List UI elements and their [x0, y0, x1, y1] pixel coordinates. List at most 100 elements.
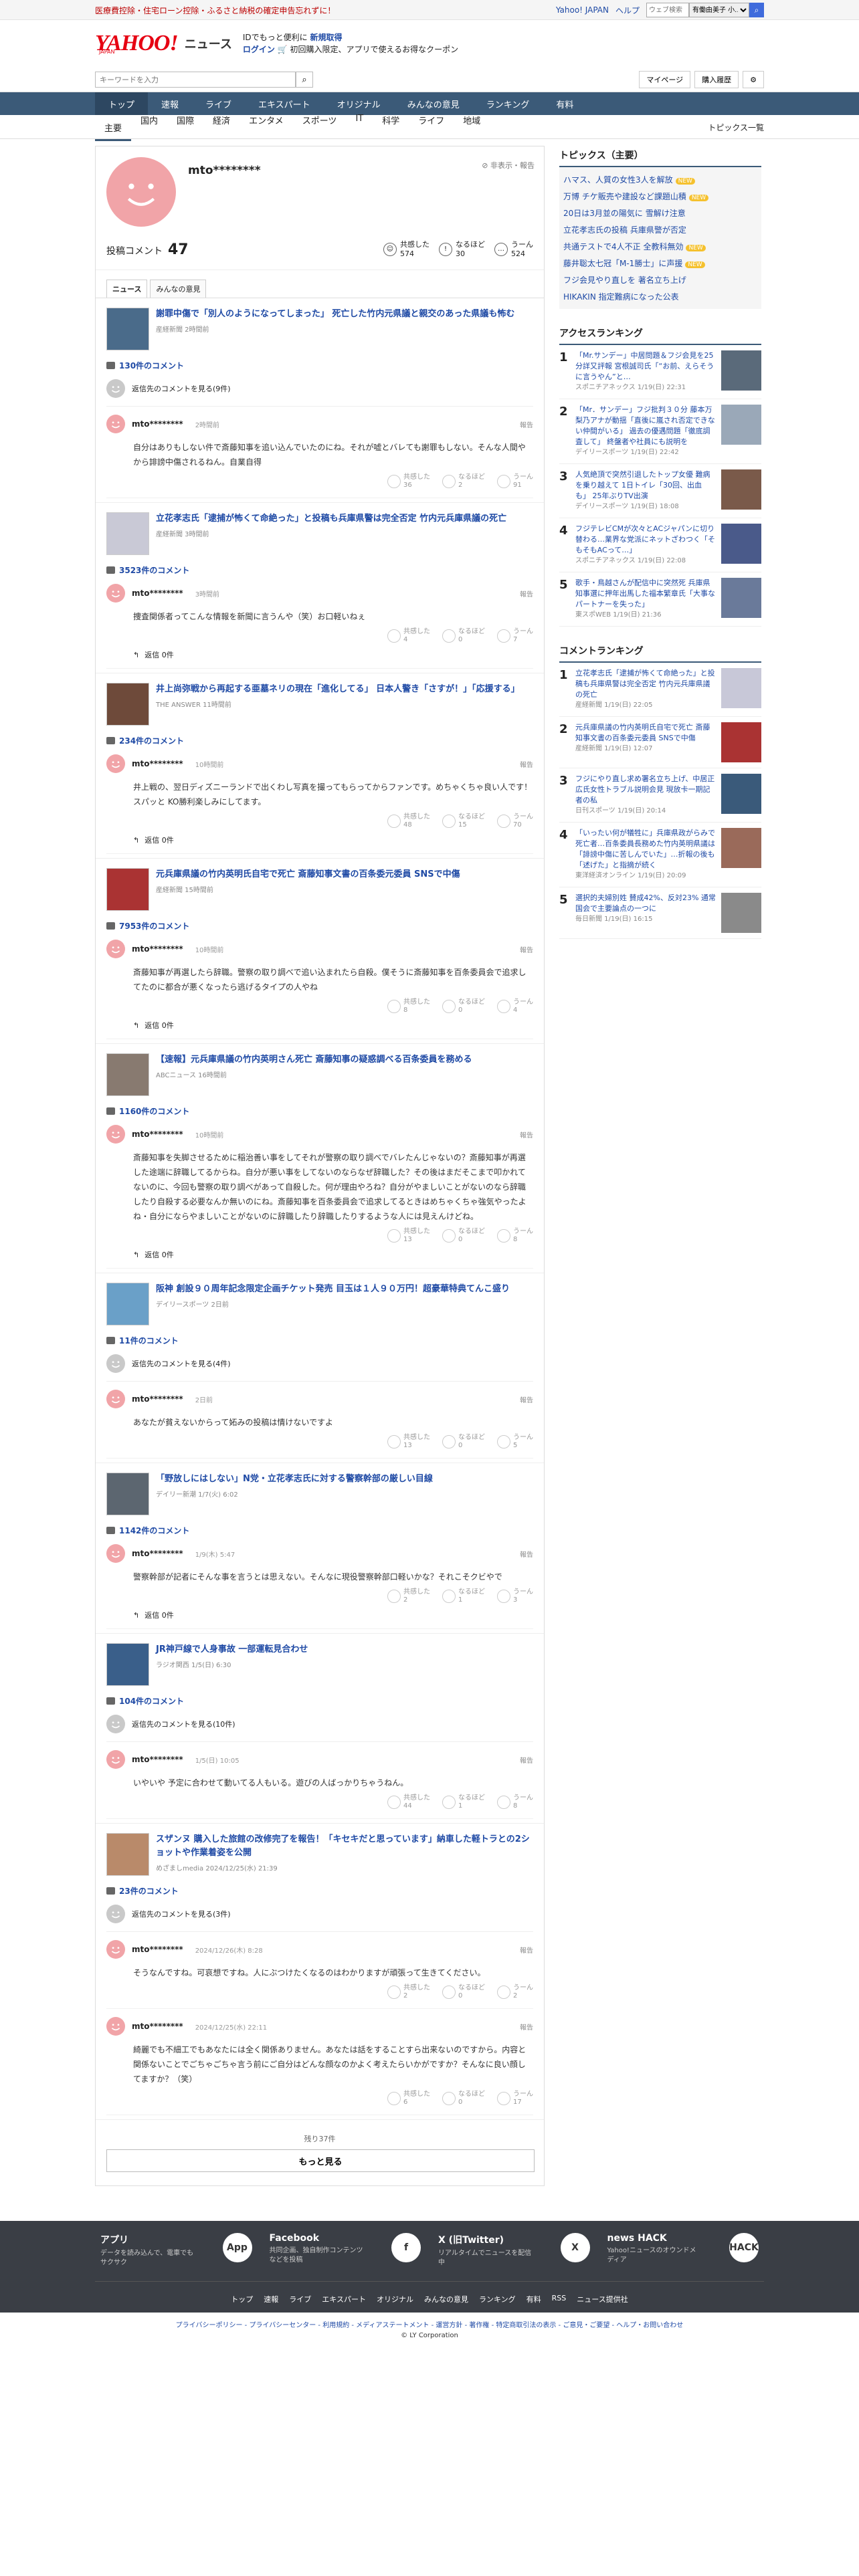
- ranking-thumbnail[interactable]: [721, 405, 761, 445]
- reaction-0[interactable]: 共感した 36: [387, 473, 430, 490]
- comment-count-link[interactable]: 1160件のコメント: [106, 1105, 533, 1117]
- ranking-title[interactable]: 歌手・鳥越さんが配信中に突然死 兵庫県知事選に押年出馬した福本繁章氏「大事なパー…: [575, 578, 715, 609]
- reaction-0[interactable]: 共感した 2: [387, 1984, 430, 2000]
- ranking-item[interactable]: 1 立花孝志氏「逮捕が怖くて命絶った」と投稿も兵庫県警は完全否定 竹内元兵庫県議の…: [559, 663, 761, 717]
- login-link[interactable]: ログイン: [243, 45, 275, 54]
- article-thumbnail[interactable]: [106, 1643, 149, 1686]
- signup-link[interactable]: 新規取得: [310, 33, 342, 42]
- topic-link[interactable]: フジ会見やり直しを 著名立ち上げ: [563, 276, 686, 285]
- article-title[interactable]: JR神戸線で人身事故 一部運転見合わせ: [156, 1643, 308, 1656]
- reaction-1[interactable]: なるほど 0: [442, 1984, 485, 2000]
- footer-link[interactable]: エキスパート: [322, 2294, 366, 2304]
- article-thumbnail[interactable]: [106, 683, 149, 726]
- ranking-title[interactable]: 立花孝志氏「逮捕が怖くて命絶った」と投稿も兵庫県警は完全否定 竹内元兵庫県議の死…: [575, 669, 715, 699]
- comment-count-link[interactable]: 104件のコメント: [106, 1695, 533, 1707]
- footer-link[interactable]: 速報: [264, 2294, 278, 2304]
- ranking-item[interactable]: 1 「Mr.サンデー」中居問題＆フジ会見を25分詳又評報 宮根誠司氏「“お前、えら…: [559, 345, 761, 399]
- footer-link[interactable]: トップ: [231, 2294, 253, 2304]
- keyword-input[interactable]: [95, 72, 296, 88]
- topic-item[interactable]: ハマス、人質の女性3人を解放 NEW: [559, 171, 761, 188]
- replies-link[interactable]: ↰ 返信 0件: [133, 649, 533, 660]
- yahoo-japan-link[interactable]: Yahoo! JAPAN: [556, 5, 609, 15]
- reaction-0[interactable]: 共感した 4: [387, 628, 430, 644]
- reaction-0[interactable]: 共感した 2: [387, 1588, 430, 1604]
- article-title[interactable]: 【速報】元兵庫県議の竹内英明さん死亡 斎藤知事の疑惑調べる百条委員を務める: [156, 1053, 472, 1067]
- reaction-0[interactable]: 共感した 48: [387, 813, 430, 829]
- footer-card-facebook[interactable]: Facebook 共同企画、独自制作コンテンツなどを投稿 f: [264, 2233, 427, 2273]
- category-6[interactable]: IT: [346, 114, 373, 141]
- ranking-thumbnail[interactable]: [721, 668, 761, 708]
- comment-count-link[interactable]: 234件のコメント: [106, 735, 533, 746]
- search-suggest-select[interactable]: 有働由美子 小...: [689, 3, 749, 17]
- comment-count-link[interactable]: 1142件のコメント: [106, 1525, 533, 1536]
- tab-opinions[interactable]: みんなの意見: [150, 280, 207, 298]
- footer-link[interactable]: ニュース提供社: [577, 2294, 628, 2304]
- category-9[interactable]: 地域: [454, 114, 490, 141]
- mypage-button[interactable]: マイページ: [639, 71, 691, 88]
- replies-link[interactable]: ↰ 返信 0件: [133, 1020, 533, 1031]
- yahoo-news-logo[interactable]: YAHOO! JAPAN ニュース: [95, 32, 232, 56]
- comment-count-link[interactable]: 23件のコメント: [106, 1885, 533, 1897]
- topic-item[interactable]: 万博 チケ販売や建設など課題山積 NEW: [559, 188, 761, 205]
- replies-link[interactable]: ↰ 返信 0件: [133, 1610, 533, 1620]
- reaction-1[interactable]: なるほど 1: [442, 1794, 485, 1810]
- ranking-item[interactable]: 4 「いったい何が犠牲に」兵庫県政がらみで死亡者…百条委員長務めた竹内英明県議は「…: [559, 823, 761, 887]
- reaction-2[interactable]: うーん 17: [497, 2090, 533, 2107]
- reaction-2[interactable]: うーん 3: [497, 1588, 533, 1604]
- tab-news[interactable]: ニュース: [106, 280, 148, 298]
- topic-item[interactable]: フジ会見やり直しを 著名立ち上げ: [559, 272, 761, 288]
- report-link[interactable]: 報告: [520, 1394, 533, 1404]
- search-icon[interactable]: ⌕: [749, 3, 764, 17]
- footer-link[interactable]: 有料: [527, 2294, 541, 2304]
- policy-links[interactable]: プライバシーポリシー - プライバシーセンター - 利用規約 - メディアステー…: [0, 2319, 859, 2329]
- ranking-item[interactable]: 5 歌手・鳥越さんが配信中に突然死 兵庫県知事選に押年出馬した福本繁章氏「大事なパ…: [559, 572, 761, 627]
- reaction-1[interactable]: なるほど 2: [442, 473, 485, 490]
- nav-5[interactable]: みんなの意見: [394, 92, 473, 115]
- prev-comment-link[interactable]: 返信先のコメントを見る(3件): [106, 1897, 533, 1932]
- comment-count-link[interactable]: 7953件のコメント: [106, 920, 533, 932]
- footer-card-app[interactable]: アプリ データを読み込んで、電車でもサクサク App: [95, 2233, 258, 2273]
- prev-comment-link[interactable]: 返信先のコメントを見る(9件): [106, 371, 533, 407]
- footer-card-x[interactable]: X (旧Twitter) リアルタイムでニュースを配信中 X: [433, 2233, 595, 2273]
- comment-count-link[interactable]: 3523件のコメント: [106, 564, 533, 576]
- topic-item[interactable]: HIKAKIN 指定難病になった公表: [559, 288, 761, 305]
- topic-link[interactable]: 共通テストで4人不正 全教科無効: [563, 242, 683, 251]
- footer-link[interactable]: RSS: [552, 2294, 567, 2304]
- ranking-thumbnail[interactable]: [721, 578, 761, 618]
- topic-link[interactable]: ハマス、人質の女性3人を解放: [563, 175, 673, 185]
- topic-item[interactable]: 共通テストで4人不正 全教科無効 NEW: [559, 238, 761, 255]
- ranking-item[interactable]: 2 元兵庫県議の竹内英明氏自宅で死亡 斎藤知事文書の百条委元委員 SNSで中傷 産経…: [559, 717, 761, 768]
- gear-icon[interactable]: ⚙: [743, 71, 764, 88]
- footer-link[interactable]: ライブ: [289, 2294, 311, 2304]
- article-title[interactable]: 立花孝志氏「逮捕が怖くて命絶った」と投稿も兵庫県警は完全否定 竹内元兵庫県議の死…: [156, 512, 506, 526]
- report-link[interactable]: 報告: [520, 588, 533, 599]
- nav-4[interactable]: オリジナル: [324, 92, 394, 115]
- web-search-input[interactable]: [646, 3, 689, 17]
- ranking-title[interactable]: 「Mr．サンデー」フジ批判３０分 藤本万梨乃アナが動揺「直後に嵐され否定できない…: [575, 405, 715, 446]
- ranking-thumbnail[interactable]: [721, 350, 761, 391]
- reaction-1[interactable]: なるほど 0: [442, 1434, 485, 1450]
- nav-3[interactable]: エキスパート: [245, 92, 324, 115]
- replies-link[interactable]: ↰ 返信 0件: [133, 835, 533, 845]
- reaction-1[interactable]: なるほど 0: [442, 998, 485, 1014]
- reaction-1[interactable]: なるほど 1: [442, 1588, 485, 1604]
- category-4[interactable]: エンタメ: [240, 114, 293, 141]
- topic-link[interactable]: 立花孝志氏の投稿 兵庫県警が否定: [563, 225, 686, 235]
- prev-comment-link[interactable]: 返信先のコメントを見る(4件): [106, 1346, 533, 1382]
- reaction-2[interactable]: うーん 8: [497, 1794, 533, 1810]
- topic-link[interactable]: 20日は3月並の陽気に 雪解け注意: [563, 209, 686, 218]
- category-8[interactable]: ライフ: [409, 114, 454, 141]
- nav-1[interactable]: 速報: [148, 92, 192, 115]
- footer-link[interactable]: オリジナル: [377, 2294, 413, 2304]
- ranking-title[interactable]: 人気絶頂で突然引退したトップ女優 難病を乗り越えて 1日トイレ「30回、出血も」…: [575, 470, 710, 500]
- article-title[interactable]: 元兵庫県議の竹内英明氏自宅で死亡 斎藤知事文書の百条委元委員 SNSで中傷: [156, 868, 460, 881]
- article-thumbnail[interactable]: [106, 1283, 149, 1325]
- article-title[interactable]: 阪神 創設９０周年記念限定企画チケット発売 目玉は１人９０万円！超豪華特典てんこ…: [156, 1283, 510, 1296]
- reaction-2[interactable]: うーん 7: [497, 628, 533, 644]
- category-3[interactable]: 経済: [203, 114, 240, 141]
- topic-item[interactable]: 20日は3月並の陽気に 雪解け注意: [559, 205, 761, 221]
- prev-comment-link[interactable]: 返信先のコメントを見る(10件): [106, 1707, 533, 1742]
- footer-link[interactable]: みんなの意見: [424, 2294, 468, 2304]
- ranking-title[interactable]: フジテレビCMが次々とACジャパンに切り替わる…業界な党派にネットざわつく「そも…: [575, 524, 715, 554]
- reaction-1[interactable]: なるほど 0: [442, 2090, 485, 2107]
